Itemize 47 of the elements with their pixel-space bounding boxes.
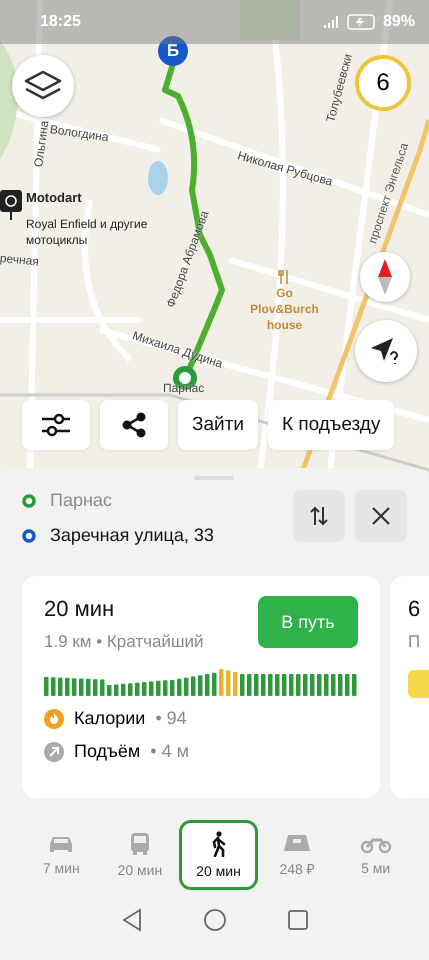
route-details: П [408,632,422,652]
swap-arrows-icon [308,505,330,527]
bus-icon [130,832,150,856]
motorcycle-shop-icon [0,190,22,220]
map-action-button[interactable]: К подъезду [268,400,394,450]
street-label: речная [0,251,40,268]
place-name: Motodart [26,190,82,205]
compass-icon [378,259,392,295]
route-details: 1.9 км • Кратчайший [44,632,204,652]
place-name: Go Plov&Burch house [249,285,320,333]
park-area [240,0,300,40]
taxi-icon [282,832,312,852]
home-icon [202,908,226,932]
stat-label: Калории [74,708,146,729]
route-point-icon [22,528,36,542]
fork-knife-icon [278,270,290,284]
pond [148,161,168,195]
transport-tab[interactable]: 20 мин [179,820,258,890]
swap-button[interactable] [293,490,345,542]
street-label: Ольгина [31,120,52,168]
stop-label: Парнас [163,381,204,395]
recent-apps-icon [286,909,308,931]
stat-label: Подъём [74,741,140,762]
route-card[interactable]: 20 мин 1.9 км • Кратчайший В путь Калории • 94 Подъём • 4 м [22,576,380,798]
back-icon [120,908,142,932]
signal-icon [322,15,341,29]
street-label: Вологдина [49,122,110,144]
status-time: 18:25 [40,13,81,31]
route-time: 20 мин [44,596,116,622]
sliders-icon [41,412,71,438]
route-point[interactable]: Заречная улица, 33 [50,525,214,546]
battery-level: 89% [382,13,415,31]
close-icon [371,506,391,526]
flame-icon [44,708,64,728]
stat-value: • 4 м [150,741,189,762]
route-settings-button[interactable] [22,400,90,450]
route-point-icon [22,494,36,508]
share-icon [122,412,146,438]
close-button[interactable] [355,490,407,542]
route-time: 6 [408,596,422,622]
place-description: Royal Enfield и другие мотоциклы [26,216,148,248]
battery-icon [346,14,377,30]
stat-value: • 94 [155,708,187,729]
route-card[interactable]: 6 П [390,576,429,798]
car-icon [48,834,74,854]
share-button[interactable] [100,400,168,450]
map-action-button[interactable]: Зайти [178,400,258,450]
